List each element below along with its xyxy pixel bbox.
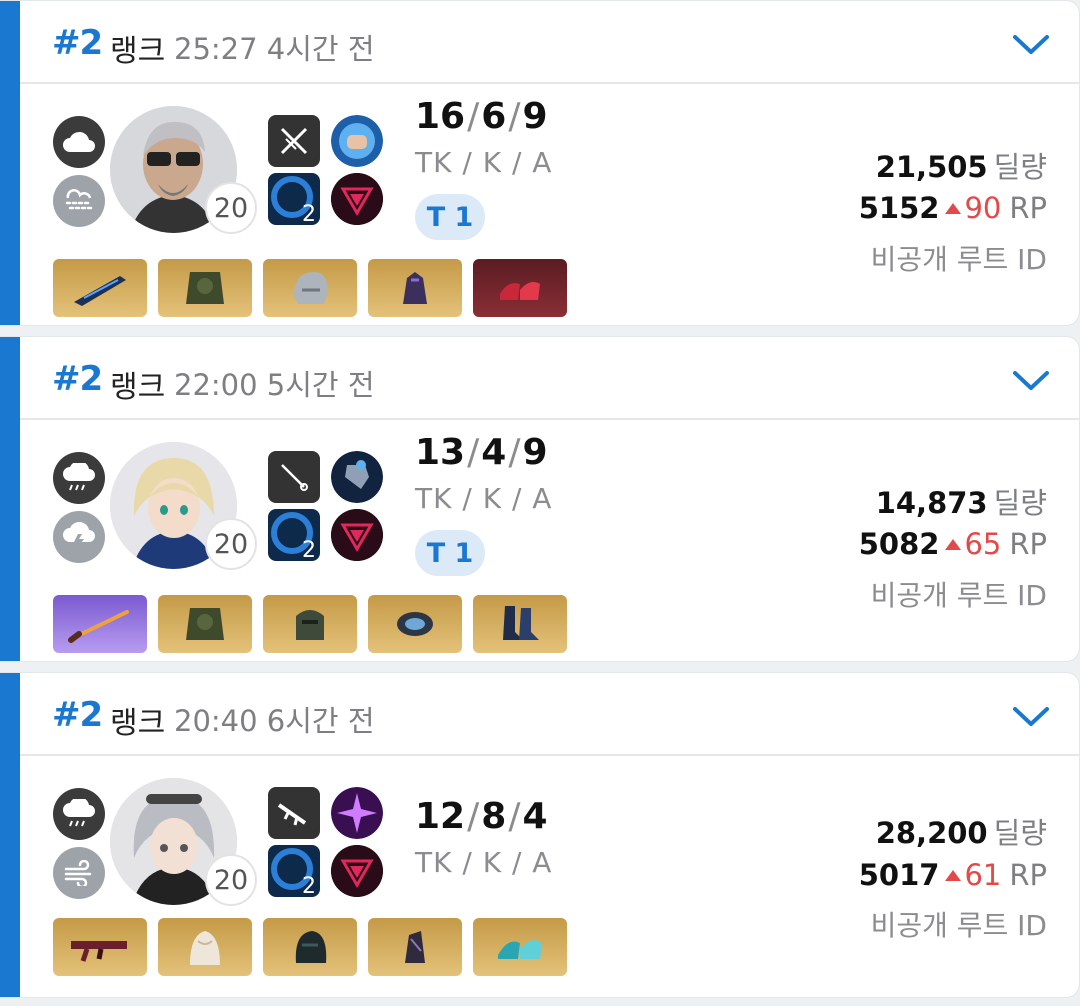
arm-item-icon[interactable] bbox=[368, 259, 462, 317]
cloud-icon bbox=[53, 116, 105, 168]
tactical-level: 2 bbox=[302, 202, 316, 225]
route-id[interactable]: 비공개 루트 ID bbox=[871, 904, 1047, 944]
tactical-level: 2 bbox=[302, 538, 316, 561]
rp-value: 5082 65 RP bbox=[858, 527, 1047, 561]
chevron-down-icon[interactable] bbox=[1011, 27, 1051, 61]
leg-item-icon[interactable] bbox=[473, 259, 567, 317]
match-header[interactable]: #2 랭크 22:00 5시간 전 bbox=[20, 337, 1079, 420]
item-build bbox=[53, 595, 567, 653]
item-build bbox=[53, 259, 567, 317]
head-item-icon[interactable] bbox=[263, 595, 357, 653]
rain-cloud-icon bbox=[53, 452, 105, 504]
game-mode: 랭크 bbox=[110, 34, 166, 69]
storm-cloud-icon bbox=[53, 511, 105, 563]
kda-label: TK / K / A bbox=[415, 146, 553, 179]
weapon-item-icon[interactable] bbox=[53, 259, 147, 317]
match-time: 22:00 5시간 전 bbox=[174, 368, 375, 402]
match-body: 20 2 13/4/9 TK / K / A T 1 14,873 딜량 5082… bbox=[20, 422, 1079, 661]
chevron-down-icon[interactable] bbox=[1011, 363, 1051, 397]
card-accent-bar bbox=[0, 673, 20, 997]
match-body: 20 2 16/6/9 TK / K / A T 1 21,505 딜량 5152… bbox=[20, 86, 1079, 325]
rp-up-icon bbox=[945, 538, 962, 550]
match-card[interactable]: #2 랭크 20:40 6시간 전 20 2 12/8/4 TK / K / A… bbox=[0, 672, 1080, 998]
item-build bbox=[53, 918, 567, 976]
tactical-skill-icon: 2 bbox=[268, 173, 320, 225]
character-skill-icon bbox=[331, 451, 383, 503]
character-level: 20 bbox=[205, 518, 257, 570]
chest-item-icon[interactable] bbox=[158, 259, 252, 317]
weapon-item-icon[interactable] bbox=[53, 918, 147, 976]
character-level: 20 bbox=[205, 182, 257, 234]
rp-up-icon bbox=[945, 202, 962, 214]
tier-badge: T 1 bbox=[415, 530, 485, 576]
tactical-skill-icon: 2 bbox=[268, 509, 320, 561]
kda-label: TK / K / A bbox=[415, 846, 553, 879]
rank-position: #2 bbox=[52, 359, 103, 399]
kda-values: 13/4/9 bbox=[415, 432, 548, 473]
trait-icon bbox=[331, 845, 383, 897]
chest-item-icon[interactable] bbox=[158, 595, 252, 653]
match-card[interactable]: #2 랭크 25:27 4시간 전 20 2 16/6/9 TK / K / A… bbox=[0, 0, 1080, 326]
game-mode: 랭크 bbox=[110, 706, 166, 741]
damage-dealt: 14,873 딜량 bbox=[875, 486, 1047, 520]
match-card[interactable]: #2 랭크 22:00 5시간 전 20 2 13/4/9 TK / K / A… bbox=[0, 336, 1080, 662]
wind-icon bbox=[53, 847, 105, 899]
head-item-icon[interactable] bbox=[263, 918, 357, 976]
rank-position: #2 bbox=[52, 23, 103, 63]
rp-up-icon bbox=[945, 869, 962, 881]
leg-item-icon[interactable] bbox=[473, 918, 567, 976]
route-id[interactable]: 비공개 루트 ID bbox=[871, 574, 1047, 614]
arm-item-icon[interactable] bbox=[368, 918, 462, 976]
kda-label: TK / K / A bbox=[415, 482, 553, 515]
trait-icon bbox=[331, 509, 383, 561]
match-time: 20:40 6시간 전 bbox=[174, 704, 375, 738]
chest-item-icon[interactable] bbox=[158, 918, 252, 976]
weapon-item-icon[interactable] bbox=[53, 595, 147, 653]
assault-rifle-icon bbox=[268, 787, 320, 839]
card-accent-bar bbox=[0, 1, 20, 325]
damage-dealt: 21,505 딜량 bbox=[875, 150, 1047, 184]
tier-badge: T 1 bbox=[415, 194, 485, 240]
character-skill-icon bbox=[331, 115, 383, 167]
tactical-skill-icon: 2 bbox=[268, 845, 320, 897]
match-header[interactable]: #2 랭크 20:40 6시간 전 bbox=[20, 673, 1079, 756]
trait-icon bbox=[331, 173, 383, 225]
rapier-icon bbox=[268, 451, 320, 503]
game-mode: 랭크 bbox=[110, 370, 166, 405]
card-accent-bar bbox=[0, 337, 20, 661]
wind-dust-icon bbox=[53, 175, 105, 227]
head-item-icon[interactable] bbox=[263, 259, 357, 317]
match-header[interactable]: #2 랭크 25:27 4시간 전 bbox=[20, 1, 1079, 84]
kda-values: 12/8/4 bbox=[415, 796, 548, 837]
chevron-down-icon[interactable] bbox=[1011, 699, 1051, 733]
damage-dealt: 28,200 딜량 bbox=[875, 816, 1047, 850]
match-time: 25:27 4시간 전 bbox=[174, 32, 375, 66]
character-level: 20 bbox=[205, 854, 257, 906]
route-id[interactable]: 비공개 루트 ID bbox=[871, 238, 1047, 278]
dual-swords-icon bbox=[268, 115, 320, 167]
rain-cloud-icon bbox=[53, 788, 105, 840]
tactical-level: 2 bbox=[302, 874, 316, 897]
arm-item-icon[interactable] bbox=[368, 595, 462, 653]
rp-value: 5152 90 RP bbox=[858, 191, 1047, 225]
match-body: 20 2 12/8/4 TK / K / A 28,200 딜량 5017 61 RP… bbox=[20, 758, 1079, 997]
character-skill-icon bbox=[331, 787, 383, 839]
kda-values: 16/6/9 bbox=[415, 96, 548, 137]
rank-position: #2 bbox=[52, 695, 103, 735]
leg-item-icon[interactable] bbox=[473, 595, 567, 653]
rp-value: 5017 61 RP bbox=[858, 858, 1047, 892]
